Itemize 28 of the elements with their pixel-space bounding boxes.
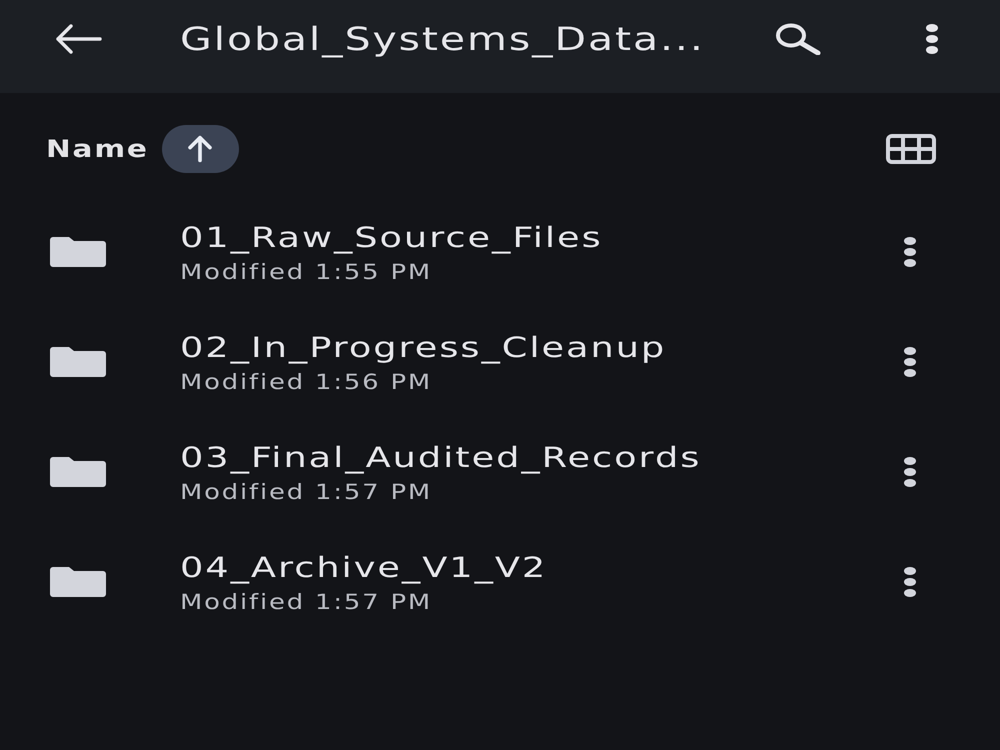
folder-icon xyxy=(50,237,106,267)
modified-time: Modified 1:55 PM xyxy=(180,260,432,284)
more-vertical-icon xyxy=(903,567,917,597)
item-menu-button[interactable] xyxy=(903,565,917,599)
folder-title: Global_Systems_Data... xyxy=(180,20,705,58)
more-vertical-icon xyxy=(903,457,917,487)
grid-view-button[interactable] xyxy=(886,134,936,164)
modified-time: Modified 1:57 PM xyxy=(180,590,432,614)
folder-icon xyxy=(50,347,106,377)
folder-icon xyxy=(50,457,106,487)
folder-name[interactable]: 03_Final_Audited_Records xyxy=(180,440,702,474)
grid-view-icon xyxy=(886,134,936,164)
sort-direction-button[interactable] xyxy=(162,125,239,173)
item-menu-button[interactable] xyxy=(903,345,917,379)
folder-name[interactable]: 02_In_Progress_Cleanup xyxy=(180,330,666,364)
modified-time: Modified 1:57 PM xyxy=(180,480,432,504)
item-menu-button[interactable] xyxy=(903,235,917,269)
search-icon xyxy=(773,22,823,54)
more-vertical-icon xyxy=(903,237,917,267)
back-arrow-icon xyxy=(54,24,102,54)
sort-label[interactable]: Name xyxy=(46,135,149,163)
more-vertical-icon xyxy=(903,347,917,377)
folder-icon xyxy=(50,567,106,597)
folder-name[interactable]: 01_Raw_Source_Files xyxy=(180,220,603,254)
item-menu-button[interactable] xyxy=(903,455,917,489)
modified-time: Modified 1:56 PM xyxy=(180,370,432,394)
folder-name[interactable]: 04_Archive_V1_V2 xyxy=(180,550,548,584)
more-vertical-icon xyxy=(925,24,939,54)
